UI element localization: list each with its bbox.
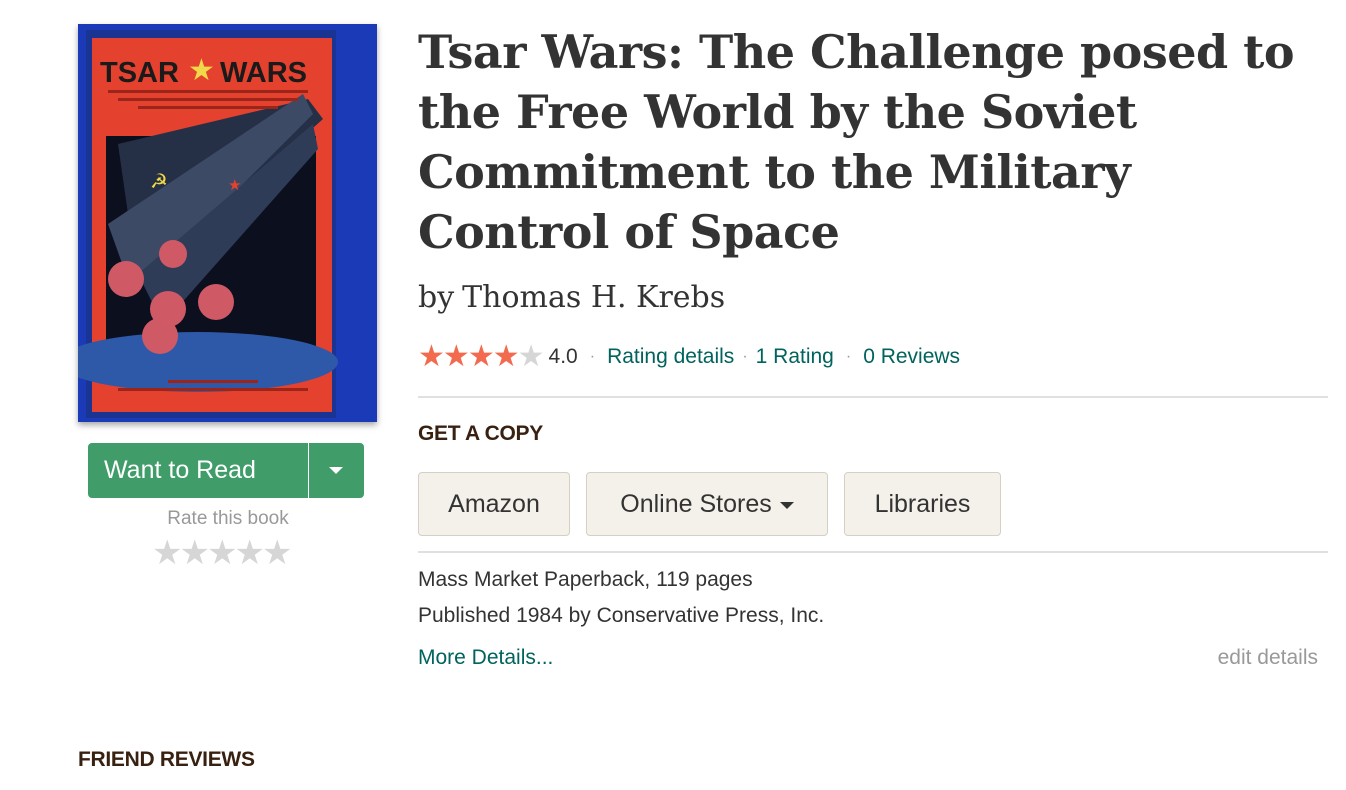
average-rating-value: 4.0 (548, 345, 578, 368)
caret-down-icon (329, 467, 343, 474)
amazon-button-label: Amazon (448, 490, 540, 518)
get-a-copy-heading: GET A COPY (418, 422, 543, 445)
shelf-dropdown-button[interactable] (309, 443, 364, 498)
book-title: Tsar Wars: The Challenge posed to the Fr… (418, 25, 1295, 259)
libraries-button[interactable]: Libraries (844, 472, 1001, 536)
separator-dot: · (742, 348, 748, 365)
star-filled-icon: ★ (492, 340, 520, 373)
separator-dot: · (845, 348, 852, 365)
caret-down-icon (779, 501, 794, 509)
author-line: by Thomas H. Krebs (418, 280, 725, 315)
book-cover-art: ☭ ★ TSAR ★ WARS (78, 24, 377, 422)
rate-stars: ★★★★★ (152, 534, 293, 572)
more-details-link[interactable]: More Details... (418, 646, 553, 670)
rate-star-3[interactable]: ★ (207, 534, 238, 572)
cover-title-left: TSAR (100, 57, 179, 89)
want-to-read-control: Want to Read (88, 443, 364, 498)
online-stores-button[interactable]: Online Stores (586, 472, 828, 536)
star-filled-icon: ★ (467, 340, 495, 373)
average-rating-stars: ★ ★ ★ ★ ★ (418, 340, 545, 373)
format-line: Mass Market Paperback, 119 pages (418, 568, 753, 591)
edit-details-link[interactable]: edit details (1218, 646, 1318, 670)
svg-text:☭: ☭ (150, 169, 168, 193)
rating-stats: ★ ★ ★ ★ ★ 4.0 · Rating details · 1 Ratin… (418, 340, 960, 374)
star-filled-icon: ★ (418, 340, 445, 373)
cover-star-icon: ★ (188, 53, 215, 88)
rate-star-2[interactable]: ★ (179, 534, 210, 572)
published-line: Published 1984 by Conservative Press, In… (418, 604, 825, 627)
svg-text:★: ★ (228, 176, 241, 194)
separator-dot: · (589, 348, 596, 365)
divider (418, 396, 1328, 398)
star-empty-icon: ★ (517, 340, 545, 373)
cover-title-right: WARS (220, 57, 307, 89)
reviews-count-link[interactable]: 0 Reviews (863, 345, 960, 369)
friend-reviews-heading: FRIEND REVIEWS (78, 748, 255, 771)
author-link[interactable]: Thomas H. Krebs (462, 280, 725, 315)
ratings-count-link[interactable]: 1 Rating (756, 345, 834, 369)
divider (418, 551, 1328, 553)
amazon-button[interactable]: Amazon (418, 472, 570, 536)
rate-star-1[interactable]: ★ (152, 534, 183, 572)
by-label: by (418, 280, 455, 315)
rate-star-4[interactable]: ★ (234, 534, 265, 572)
online-stores-label: Online Stores (620, 490, 772, 518)
want-to-read-button[interactable]: Want to Read (88, 443, 308, 498)
rate-star-5[interactable]: ★ (262, 534, 293, 572)
libraries-button-label: Libraries (874, 490, 971, 518)
book-cover-image[interactable]: ☭ ★ TSAR ★ WARS (78, 24, 377, 422)
star-filled-icon: ★ (442, 340, 470, 373)
rate-this-book-label: Rate this book (167, 508, 289, 529)
rating-details-link[interactable]: Rating details (607, 345, 734, 369)
